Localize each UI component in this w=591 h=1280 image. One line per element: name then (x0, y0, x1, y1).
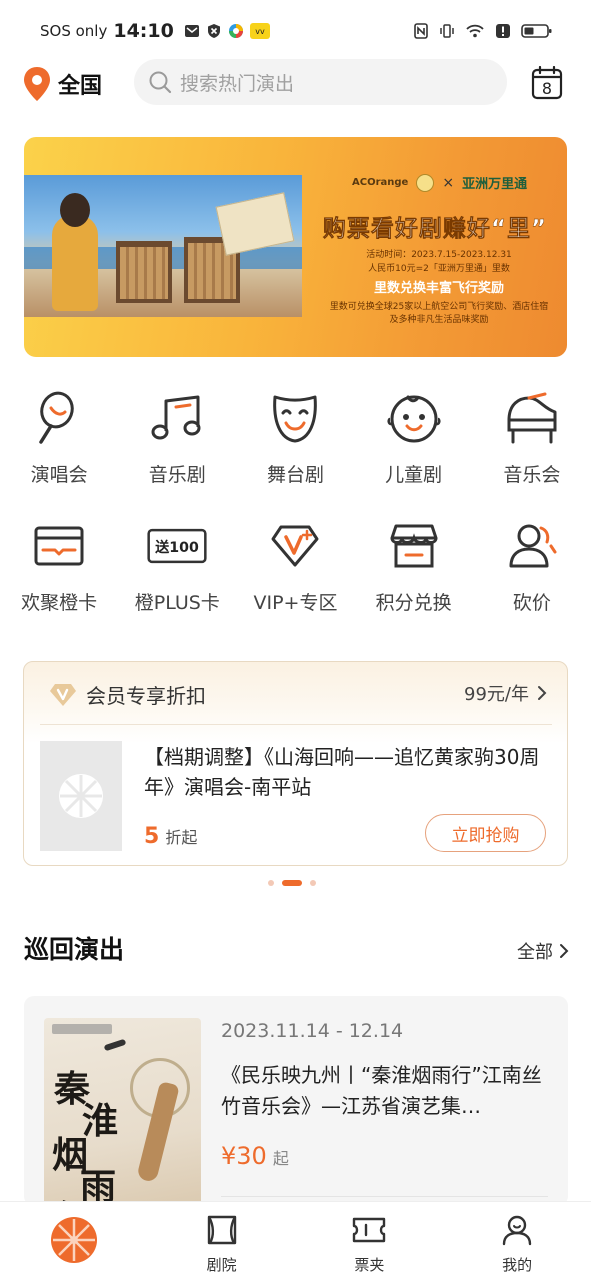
theater-icon (207, 1215, 236, 1245)
search-placeholder: 搜索热门演出 (180, 72, 295, 95)
wifi-icon (466, 24, 484, 38)
category-concert[interactable]: 演唱会 (0, 388, 118, 516)
acorange-logo: ACOrange (352, 177, 409, 188)
category-stage-play[interactable]: 舞台剧 (236, 388, 354, 516)
app-notification-icon: vv (249, 23, 270, 39)
microphone-icon (39, 391, 74, 444)
section-title: 巡回演出 (24, 935, 125, 964)
show-price: ¥30 起 (221, 1142, 289, 1170)
top-header: 全国 搜索热门演出 8 (0, 58, 591, 108)
price-unit: 起 (272, 1149, 289, 1168)
banner-detail-1: 里数可兑换全球25家以上航空公司飞行奖励、酒店住宿 (329, 302, 549, 312)
clock: 14:10 (113, 20, 174, 42)
tour-section-header: 巡回演出 全部 (24, 930, 569, 970)
ticket-icon (353, 1217, 386, 1243)
status-bar: SOS only 14:10 vv (0, 0, 591, 62)
banner-photo (24, 175, 302, 317)
nav-theater[interactable]: 剧院 (148, 1202, 296, 1280)
member-price-link[interactable]: 99元/年 (464, 680, 547, 706)
category-grid: 演唱会 音乐剧 舞台剧 儿童剧 音乐会 欢聚橙卡 送100 橙PLUS卡 VIP… (0, 388, 591, 644)
divider (40, 724, 552, 725)
shield-icon (207, 24, 220, 38)
category-vip-zone[interactable]: VIP+专区 (236, 516, 354, 644)
carousel-dot[interactable] (268, 880, 274, 886)
vip-diamond-icon (271, 525, 319, 567)
calendar-day: 8 (542, 79, 552, 98)
vip-badge-icon (50, 683, 76, 706)
search-icon (149, 71, 172, 94)
banner-subheadline: 里数兑换丰富飞行奖励 (373, 281, 504, 296)
mail-icon (184, 25, 199, 37)
shop-icon (390, 524, 438, 568)
banner-logos: ACOrange × 亚洲万里通 (352, 173, 528, 192)
carousel-indicator (268, 880, 316, 886)
card-icon (34, 526, 84, 566)
member-show-title[interactable]: 【档期调整】《山海回响——追忆黄家驹30周年》演唱会-南平站 (144, 742, 544, 802)
category-orange-card[interactable]: 欢聚橙卡 (0, 516, 118, 644)
discount-value: 5 (144, 824, 160, 849)
star-logo-icon (416, 173, 435, 192)
discount-info: 5 折起 (144, 824, 197, 849)
member-title: 会员专享折扣 (86, 684, 206, 708)
user-bargain-icon (509, 524, 557, 568)
asia-miles-logo: 亚洲万里通 (462, 177, 528, 192)
nav-home[interactable] (0, 1202, 148, 1280)
city-selector[interactable]: 全国 (22, 66, 102, 102)
promo-banner[interactable]: ACOrange × 亚洲万里通 购票看好剧赚好“里” 活动时间：2023.7.… (24, 137, 567, 357)
carousel-dot[interactable] (310, 880, 316, 886)
category-orange-plus-card[interactable]: 送100 橙PLUS卡 (118, 516, 236, 644)
location-pin-icon (24, 67, 50, 101)
nav-tickets[interactable]: 票夹 (296, 1202, 444, 1280)
discount-unit: 折起 (165, 828, 198, 847)
music-note-icon (151, 395, 201, 440)
banner-rate: 人民币10元=2「亚洲万里通」里数 (368, 264, 510, 274)
banner-headline: 购票看好剧赚好“里” (322, 216, 548, 243)
member-price: 99元/年 (464, 684, 529, 705)
category-music-concert[interactable]: 音乐会 (473, 388, 591, 516)
bottom-nav: 剧院 票夹 我的 (0, 1201, 591, 1280)
plus-card-icon: 送100 (147, 528, 207, 564)
banner-detail-2: 及多种非凡生活品味奖励 (389, 315, 489, 325)
child-face-icon (387, 395, 441, 443)
show-poster[interactable]: 秦 淮 烟 雨 行 (44, 1018, 201, 1206)
piano-icon (507, 392, 557, 444)
battery-icon (521, 24, 552, 38)
show-date: 2023.11.14 - 12.14 (221, 1020, 404, 1042)
buy-now-button[interactable]: 立即抢购 (425, 814, 546, 852)
member-discount-card[interactable]: 会员专享折扣 99元/年 【档期调整】《山海回响——追忆黄家驹30周年》演唱会-… (23, 661, 568, 866)
color-wheel-icon (228, 24, 243, 38)
orange-home-icon (50, 1217, 97, 1263)
category-points-exchange[interactable]: 积分兑换 (355, 516, 473, 644)
category-bargain[interactable]: 砍价 (473, 516, 591, 644)
orange-slice-placeholder-icon (59, 774, 103, 818)
profile-icon (502, 1215, 532, 1246)
plus-card-badge: 送100 (154, 539, 199, 556)
chevron-right-icon (560, 944, 569, 958)
show-thumbnail[interactable] (40, 741, 122, 851)
carrier-text: SOS only (40, 22, 108, 40)
price-value: ¥30 (221, 1142, 267, 1170)
show-title[interactable]: 《民乐映九州丨“秦淮烟雨行”江南丝竹音乐会》—江苏省演艺集… (221, 1060, 551, 1122)
tour-item-card[interactable]: 秦 淮 烟 雨 行 2023.11.14 - 12.14 《民乐映九州丨“秦淮烟… (24, 996, 568, 1206)
nfc-icon (414, 23, 428, 39)
alert-icon (496, 24, 510, 38)
vibrate-icon (440, 24, 454, 38)
search-input[interactable]: 搜索热门演出 (134, 59, 507, 105)
svg-text:vv: vv (255, 27, 265, 36)
banner-date: 活动时间：2023.7.15-2023.12.31 (366, 250, 512, 260)
city-name: 全国 (58, 74, 103, 99)
chevron-right-icon (538, 686, 547, 700)
divider (221, 1196, 548, 1197)
view-all-link[interactable]: 全部 (517, 938, 569, 964)
calendar-icon[interactable]: 8 (531, 66, 563, 100)
carousel-dot-active[interactable] (282, 880, 302, 886)
nav-profile[interactable]: 我的 (443, 1202, 591, 1280)
category-musical[interactable]: 音乐剧 (118, 388, 236, 516)
category-children-play[interactable]: 儿童剧 (355, 388, 473, 516)
theater-mask-icon (273, 395, 318, 443)
